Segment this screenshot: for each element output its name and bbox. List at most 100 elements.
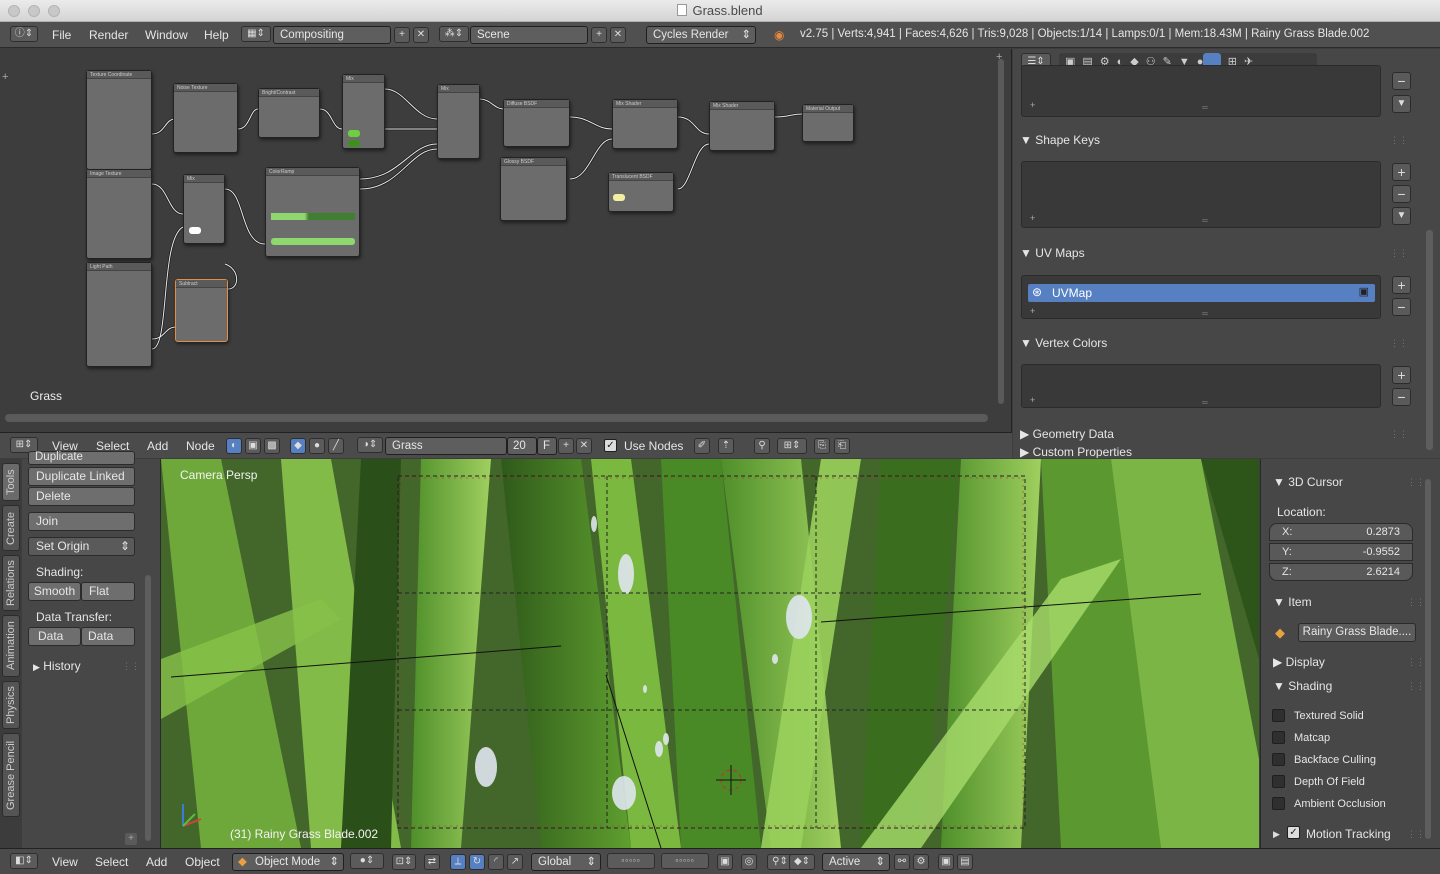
delete-button[interactable]: Delete xyxy=(28,487,135,506)
unlink-material-icon[interactable]: ✕ xyxy=(576,438,592,454)
cursor-x-field[interactable]: X: 0.2873 xyxy=(1269,523,1413,541)
remove-screen-icon[interactable]: ✕ xyxy=(413,27,429,43)
shape-keys-list[interactable]: + ═ xyxy=(1021,161,1381,228)
resize-grip-icon[interactable]: ═ xyxy=(1202,309,1208,318)
screen-layout-icon[interactable]: ▦⇕ xyxy=(241,26,271,42)
camera-icon[interactable]: ▣ xyxy=(1359,285,1369,298)
drag-handle-icon[interactable]: ⋮⋮ xyxy=(122,661,140,672)
drag-handle-icon[interactable]: ⋮⋮ xyxy=(1407,829,1425,840)
history-panel-header[interactable]: ▶ History xyxy=(33,659,81,673)
add-screen-icon[interactable]: + xyxy=(394,27,410,43)
geometry-data-header[interactable]: ▶ Geometry Data ⋮⋮ xyxy=(1020,423,1416,445)
paste-nodes-icon[interactable]: ⎗ xyxy=(834,438,850,454)
node-bright-contrast[interactable]: Bright/Contrast xyxy=(258,88,320,138)
plus-icon[interactable]: + xyxy=(1030,395,1035,405)
scene-icon[interactable]: ⁂⇕ xyxy=(439,26,469,42)
node-light-path[interactable]: Light Path xyxy=(86,262,152,367)
translate-manipulator-icon[interactable]: ⟂ xyxy=(450,854,466,870)
matcap-checkbox[interactable] xyxy=(1272,731,1285,744)
duplicate-button[interactable]: Duplicate xyxy=(28,451,135,465)
layers-icon[interactable]: ▫▫▫▫▫ xyxy=(661,853,709,869)
add-vertex-color-button[interactable]: + xyxy=(1392,366,1411,384)
node-image-texture[interactable]: Image Texture xyxy=(86,169,152,259)
tab-tools[interactable]: Tools xyxy=(2,463,20,501)
remove-shape-key-button[interactable]: − xyxy=(1392,185,1411,203)
lock-layers-icon[interactable]: ▣ xyxy=(717,854,733,870)
uv-map-item[interactable]: ⊛ UVMap ▣ xyxy=(1028,284,1375,302)
data-transfer-button[interactable]: Data xyxy=(28,627,81,646)
uv-maps-header[interactable]: ▼ UV Maps ⋮⋮ xyxy=(1020,242,1416,264)
node-mix-shader-2[interactable]: Mix Shader xyxy=(709,101,775,151)
plus-icon[interactable]: + xyxy=(1030,306,1035,316)
fake-user-toggle[interactable]: F xyxy=(537,437,557,455)
rotate-manipulator-icon[interactable]: ↻ xyxy=(469,854,485,870)
render-animation-icon[interactable]: ▤ xyxy=(957,854,973,870)
properties-shelf-scrollbar[interactable] xyxy=(1425,479,1431,839)
screen-layout-field[interactable]: Compositing xyxy=(273,26,391,44)
close-window-button[interactable] xyxy=(8,5,20,17)
texture-nodes-icon[interactable]: ▩ xyxy=(264,438,280,454)
object-name-field[interactable]: Rainy Grass Blade.... xyxy=(1298,623,1416,642)
expand-arrow-icon[interactable]: ▶ xyxy=(1273,829,1280,840)
node-mix-3[interactable]: Mix xyxy=(183,174,225,244)
drag-handle-icon[interactable]: ⋮⋮ xyxy=(1407,657,1425,668)
resize-grip-icon[interactable]: ═ xyxy=(1202,216,1208,225)
resize-grip-icon[interactable]: ═ xyxy=(1202,103,1208,112)
uv-maps-list[interactable]: ⊛ UVMap ▣ + ═ xyxy=(1021,275,1381,319)
add-shape-key-button[interactable]: + xyxy=(1392,163,1411,181)
depth-of-field-checkbox[interactable] xyxy=(1272,775,1285,788)
plus-icon[interactable]: + xyxy=(125,833,137,845)
menu-help[interactable]: Help xyxy=(204,28,229,42)
pin-icon[interactable]: ✐ xyxy=(694,438,710,454)
add-scene-icon[interactable]: + xyxy=(591,27,607,43)
shader-nodes-icon[interactable]: ◐ xyxy=(226,438,242,454)
viewport-shading-icon[interactable]: ●⇕ xyxy=(350,853,384,869)
object-nodes-icon[interactable]: ◆ xyxy=(290,438,306,454)
node-mix-2[interactable]: Mix xyxy=(437,84,480,159)
vertex-group-specials-button[interactable]: ▼ xyxy=(1392,95,1411,113)
remove-uv-map-button[interactable]: − xyxy=(1392,298,1411,316)
display-panel-header[interactable]: ▶ Display xyxy=(1273,655,1325,669)
drag-handle-icon[interactable]: ⋮⋮ xyxy=(1407,477,1425,488)
color-swatch[interactable] xyxy=(348,140,360,147)
world-nodes-icon[interactable]: ● xyxy=(309,438,325,454)
scene-field[interactable]: Scene xyxy=(470,26,588,44)
color-swatch[interactable] xyxy=(189,227,201,234)
minimize-window-button[interactable] xyxy=(28,5,40,17)
info-editor-type-icon[interactable]: ⓘ⇕ xyxy=(10,26,38,42)
menu-node[interactable]: Node xyxy=(186,439,215,453)
remove-vertex-color-button[interactable]: − xyxy=(1392,388,1411,406)
layers-icon[interactable]: ▫▫▫▫▫ xyxy=(607,853,655,869)
ambient-occlusion-checkbox[interactable] xyxy=(1272,797,1285,810)
remove-scene-icon[interactable]: ✕ xyxy=(610,27,626,43)
plus-icon[interactable]: + xyxy=(996,51,1002,63)
menu-view[interactable]: View xyxy=(52,855,78,869)
vertex-colors-list[interactable]: + ═ xyxy=(1021,364,1381,408)
transform-manipulator-icon[interactable]: ↗ xyxy=(507,854,523,870)
shape-key-specials-button[interactable]: ▼ xyxy=(1392,207,1411,225)
shading-panel-header[interactable]: ▼ Shading xyxy=(1273,679,1332,693)
manipulator-icon[interactable]: ⇄ xyxy=(424,854,440,870)
drag-handle-icon[interactable]: ⋮⋮ xyxy=(1407,597,1425,608)
node-subtract[interactable]: Subtract xyxy=(175,279,228,342)
color-swatch[interactable] xyxy=(271,238,355,245)
snap-icon[interactable]: ⚲ xyxy=(754,438,770,454)
menu-select[interactable]: Select xyxy=(95,855,128,869)
compositing-nodes-icon[interactable]: ▣ xyxy=(245,438,261,454)
node-translucent-bsdf[interactable]: Translucent BSDF xyxy=(608,172,674,212)
set-origin-dropdown[interactable]: Set Origin ⇕ xyxy=(28,537,135,556)
properties-scrollbar[interactable] xyxy=(1426,230,1433,450)
motion-tracking-checkbox[interactable]: ✓ xyxy=(1287,826,1300,839)
vertical-scrollbar[interactable] xyxy=(998,59,1004,404)
resize-grip-icon[interactable]: ═ xyxy=(1202,398,1208,407)
3d-viewport[interactable]: Camera Persp (31) Rainy Grass Blade.002 xyxy=(161,459,1259,848)
copy-nodes-icon[interactable]: ⎘ xyxy=(814,438,830,454)
node-material-output[interactable]: Material Output xyxy=(802,104,854,142)
snap-target-dropdown[interactable]: Active ⇕ xyxy=(822,853,890,871)
opengl-render-icon[interactable]: ⚙ xyxy=(913,854,929,870)
shade-flat-button[interactable]: Flat xyxy=(81,582,135,601)
item-panel-header[interactable]: ▼ Item xyxy=(1273,595,1312,609)
scale-manipulator-icon[interactable]: ◜ xyxy=(488,854,504,870)
remove-vertex-group-button[interactable]: − xyxy=(1392,72,1411,90)
color-swatch[interactable] xyxy=(348,130,360,137)
